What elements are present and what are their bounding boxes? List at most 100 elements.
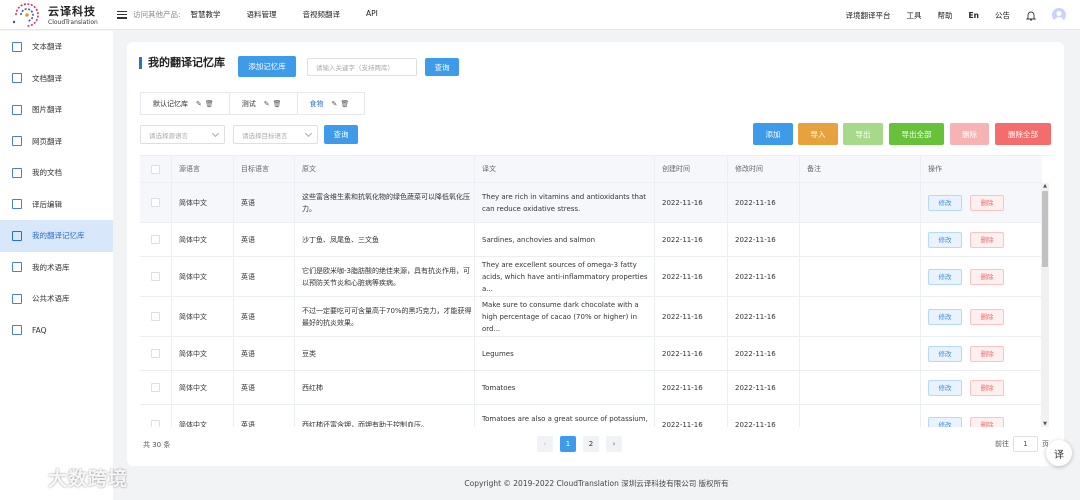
language-toggle[interactable]: En (969, 11, 979, 20)
row-checkbox[interactable] (151, 420, 160, 427)
row-checkbox[interactable] (151, 312, 160, 321)
delete-all-button[interactable]: 删除全部 (995, 123, 1051, 145)
tab-test[interactable]: 测试 ✎🗑 (230, 93, 298, 114)
table-row[interactable]: 简体中文 英语 沙丁鱼、凤尾鱼、三文鱼 Sardines, anchovies … (140, 223, 1042, 257)
sidebar-item-image-translation[interactable]: 图片翻译 (0, 94, 113, 126)
user-avatar[interactable] (1052, 8, 1066, 22)
edit-row-button[interactable]: 修改 (928, 308, 962, 325)
sidebar-item-public-terminology[interactable]: 公共术语库 (0, 283, 113, 315)
scroll-up-icon[interactable]: ▲ (1041, 183, 1049, 189)
sidebar-item-document-translation[interactable]: 文档翻译 (0, 63, 113, 95)
sidebar-item-my-documents[interactable]: 我的文档 (0, 157, 113, 189)
table-row[interactable]: 简体中文 英语 西红柿还富含钾，而钾有助于控制血压。 Tomatoes are … (140, 405, 1042, 427)
delete-row-button[interactable]: 删除 (970, 231, 1004, 248)
next-page-button[interactable]: › (606, 436, 622, 452)
sidebar-item-label: 我的文档 (32, 168, 62, 178)
tab-default-memory[interactable]: 默认记忆库 ✎🗑 (141, 93, 230, 114)
scroll-down-icon[interactable]: ▼ (1041, 421, 1049, 427)
edit-delete-icons[interactable]: ✎🗑 (196, 100, 217, 108)
nav-link-announcement[interactable]: 公告 (995, 10, 1010, 21)
table-row[interactable]: 简体中文 英语 它们是欧米咖-3脂肪酸的绝佳来源，具有抗炎作用，可以预防关节炎和… (140, 257, 1042, 297)
page-button-2[interactable]: 2 (583, 436, 599, 452)
edit-row-button[interactable]: 修改 (928, 379, 962, 396)
tab-food[interactable]: 食物 ✎🗑 (298, 93, 365, 114)
nav-link-help[interactable]: 帮助 (938, 10, 953, 21)
row-checkbox[interactable] (151, 235, 160, 244)
row-checkbox[interactable] (151, 383, 160, 392)
select-all-checkbox[interactable] (151, 164, 160, 174)
cell-original: 不过一定要吃可可含量高于70%的黑巧克力，才能获得最好的抗炎效果。 (295, 297, 475, 336)
cell-actions: 修改 删除 (921, 405, 1042, 427)
delete-row-button[interactable]: 删除 (970, 194, 1004, 211)
nav-link-api[interactable]: API (366, 9, 378, 20)
nav-link-tools[interactable]: 工具 (907, 10, 922, 21)
table-row[interactable]: 简体中文 英语 西红柿 Tomatoes 2022-11-16 2022-11-… (140, 371, 1042, 405)
scrollbar-thumb[interactable] (1042, 191, 1048, 267)
export-all-button[interactable]: 导出全部 (889, 123, 944, 145)
sidebar-item-webpage-translation[interactable]: 网页翻译 (0, 126, 113, 158)
translation-memory-panel: 我的翻译记忆库 添加记忆库 请输入关键字（支持两库） 查询 默认记忆库 ✎🗑 测… (127, 42, 1064, 466)
sidebar-item-my-terminology[interactable]: 我的术语库 (0, 252, 113, 284)
row-checkbox[interactable] (151, 349, 160, 358)
export-button[interactable]: 导出 (843, 123, 883, 145)
delete-button[interactable]: 删除 (950, 123, 989, 145)
cell-target-language: 英语 (234, 183, 295, 222)
prev-page-button[interactable]: ‹ (537, 436, 553, 452)
header-created: 创建时间 (655, 156, 728, 182)
search-button[interactable]: 查询 (425, 58, 459, 76)
add-memory-button[interactable]: 添加记忆库 (238, 56, 296, 77)
delete-row-button[interactable]: 删除 (970, 416, 1004, 427)
edit-row-button[interactable]: 修改 (928, 268, 962, 285)
edit-row-button[interactable]: 修改 (928, 345, 962, 362)
bell-icon[interactable] (1026, 10, 1036, 21)
table-scrollbar[interactable]: ▲ ▼ (1041, 183, 1049, 427)
edit-row-button[interactable]: 修改 (928, 416, 962, 427)
nav-link-corpus[interactable]: 语料管理 (247, 9, 277, 20)
edit-delete-icons[interactable]: ✎🗑 (264, 100, 285, 108)
sidebar-item-label: 公共术语库 (32, 294, 70, 304)
add-entry-button[interactable]: 添加 (753, 123, 793, 145)
sidebar-item-text-translation[interactable]: 文本翻译 (0, 31, 113, 63)
cell-modified: 2022-11-16 (728, 337, 800, 370)
cell-modified: 2022-11-16 (728, 223, 800, 256)
nav-link-av-translation[interactable]: 音视频翻译 (303, 9, 341, 20)
cell-created: 2022-11-16 (655, 257, 728, 296)
cell-translation: Sardines, anchovies and salmon (475, 223, 655, 256)
brand-logo[interactable]: 云译科技 CloudTranslation (10, 2, 114, 28)
total-count: 共 30 条 (143, 441, 171, 449)
cell-created: 2022-11-16 (655, 371, 728, 404)
translate-float-button[interactable]: 译 (1046, 440, 1072, 466)
goto-page-input[interactable]: 1 (1013, 436, 1038, 452)
edit-delete-icons[interactable]: ✎🗑 (332, 100, 353, 108)
page-button-1[interactable]: 1 (560, 436, 576, 452)
sidebar-item-translation-memory[interactable]: 我的翻译记忆库 (0, 220, 113, 252)
delete-row-button[interactable]: 删除 (970, 345, 1004, 362)
target-language-select[interactable]: 请选择目标语言 (233, 125, 318, 144)
delete-row-button[interactable]: 删除 (970, 379, 1004, 396)
delete-row-button[interactable]: 删除 (970, 268, 1004, 285)
edit-row-button[interactable]: 修改 (928, 231, 962, 248)
import-button[interactable]: 导入 (798, 123, 838, 145)
source-language-select[interactable]: 请选择源语言 (140, 125, 225, 144)
row-checkbox[interactable] (151, 198, 160, 207)
sidebar-item-label: 我的翻译记忆库 (32, 231, 85, 241)
nav-link-smart-teaching[interactable]: 智慧教学 (191, 9, 221, 20)
page-title: 我的翻译记忆库 (139, 57, 225, 69)
row-checkbox[interactable] (151, 272, 160, 281)
sidebar-item-faq[interactable]: FAQ (0, 315, 113, 347)
cell-actions: 修改 删除 (921, 183, 1042, 222)
cell-created: 2022-11-16 (655, 183, 728, 222)
table-row[interactable]: 简体中文 英语 豆类 Legumes 2022-11-16 2022-11-16… (140, 337, 1042, 371)
table-row[interactable]: 简体中文 英语 不过一定要吃可可含量高于70%的黑巧克力，才能获得最好的抗炎效果… (140, 297, 1042, 337)
nav-link-platform[interactable]: 译境翻译平台 (846, 10, 891, 21)
table-row[interactable]: 简体中文 英语 这些富含维生素和抗氧化物的绿色蔬菜可以降低氧化压力。 They … (140, 183, 1042, 223)
memory-table: 源语言 目标语言 原文 译文 创建时间 修改时间 备注 操作 简体中文 英语 这… (140, 155, 1051, 427)
tab-label: 测试 (241, 99, 256, 108)
delete-row-button[interactable]: 删除 (970, 308, 1004, 325)
filter-query-button[interactable]: 查询 (324, 125, 358, 144)
edit-row-button[interactable]: 修改 (928, 194, 962, 211)
menu-icon[interactable] (117, 10, 127, 19)
keyword-search-input[interactable]: 请输入关键字（支持两库） (307, 58, 417, 76)
memory-icon (12, 230, 22, 241)
sidebar-item-post-editing[interactable]: 译后编辑 (0, 189, 113, 221)
